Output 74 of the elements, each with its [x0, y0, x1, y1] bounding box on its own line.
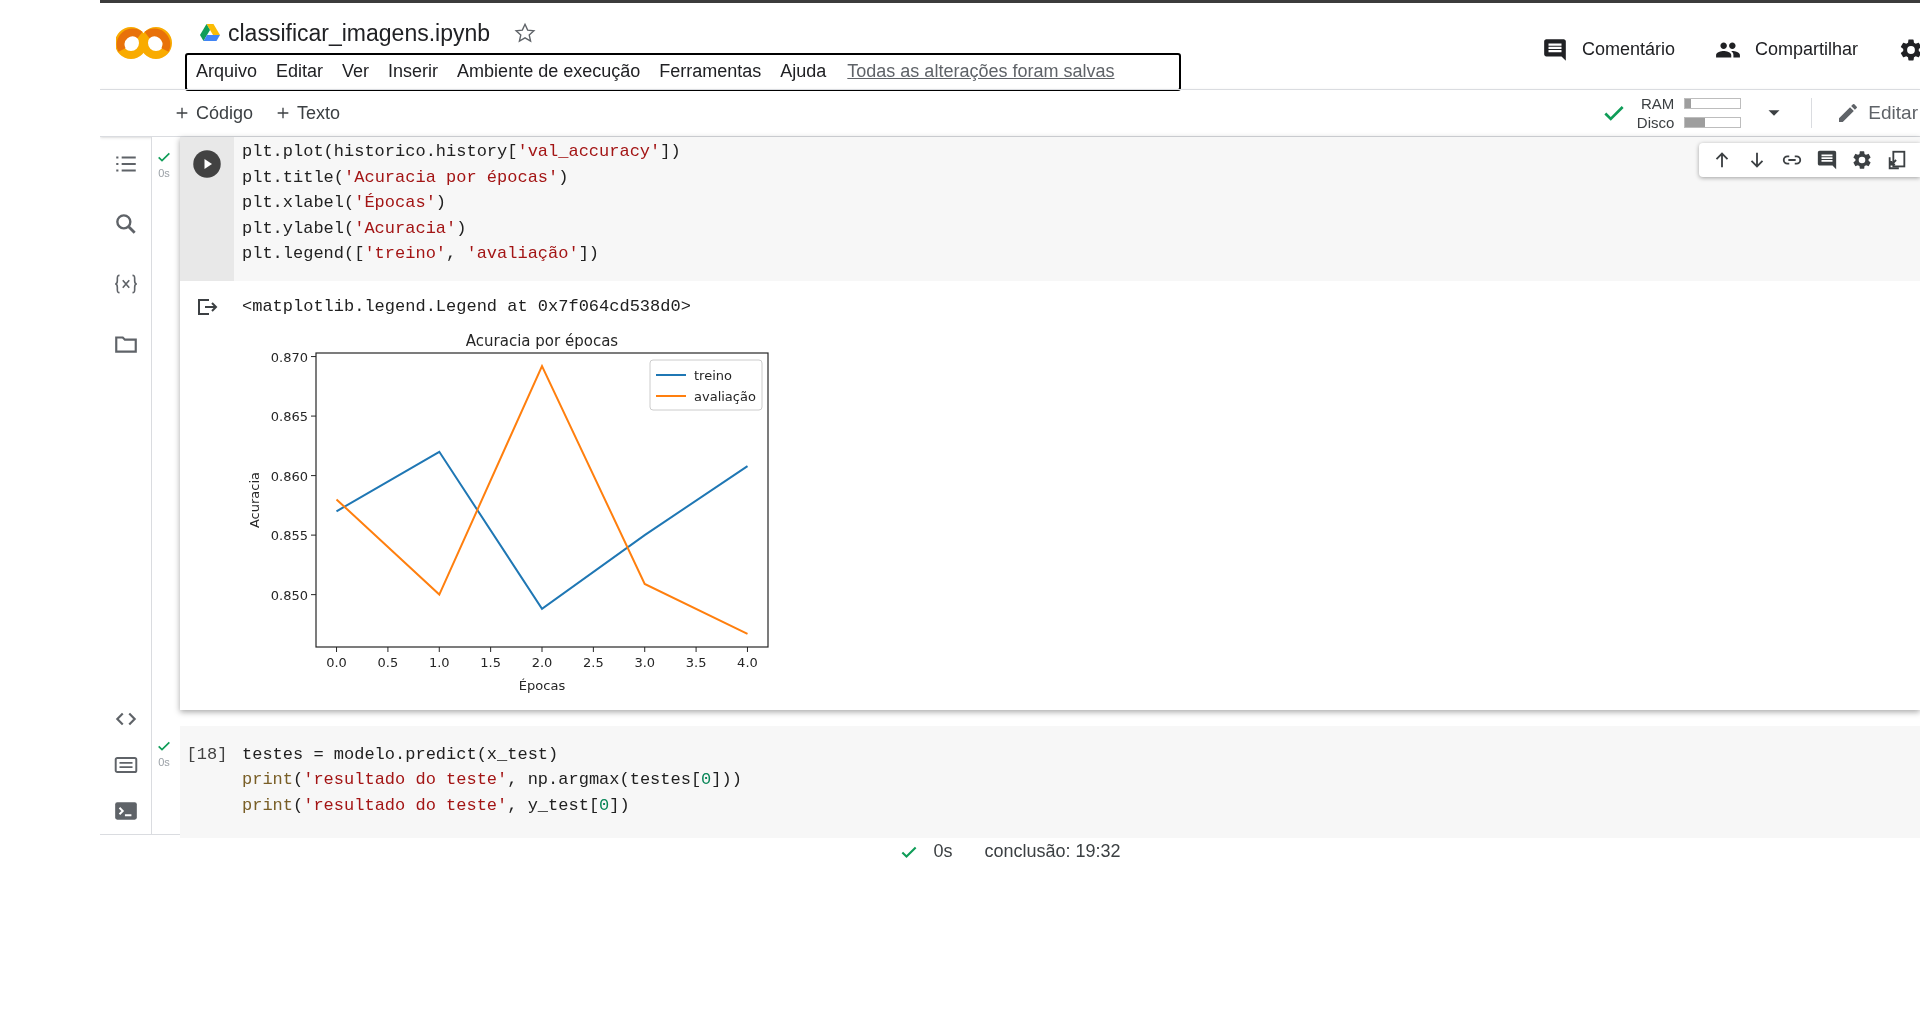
mirror-cell-icon[interactable]: [1886, 149, 1908, 171]
x-axis-label: Épocas: [518, 677, 566, 693]
chart-title: Acuracia por épocas: [465, 331, 619, 350]
menu-item[interactable]: Editar: [276, 58, 324, 85]
comment-icon: [1541, 36, 1568, 63]
y-tick-label: 0.860: [270, 468, 308, 484]
share-button[interactable]: Compartilhar: [1714, 36, 1858, 63]
code-line[interactable]: plt.ylabel('Acuracia'): [242, 215, 467, 241]
output-text: <matplotlib.legend.Legend at 0x7f064cd538d0>: [242, 295, 692, 318]
y-tick: [310, 415, 317, 417]
x-tick: [592, 646, 594, 652]
code-line[interactable]: plt.xlabel('Épocas'): [242, 190, 447, 216]
x-tick-label: 2.5: [583, 654, 604, 670]
y-tick-label: 0.870: [270, 349, 308, 365]
y-axis-label: Acuracia: [247, 471, 262, 528]
logo-icon[interactable]: [116, 26, 172, 60]
drive-icon: [200, 24, 220, 43]
legend-label: avaliação: [694, 388, 756, 404]
code-line[interactable]: plt.plot(historico.history['val_accuracy']): [242, 139, 681, 165]
run-button-icon[interactable]: [192, 149, 222, 179]
code-line[interactable]: plt.legend(['treino', 'avaliação']): [242, 241, 600, 267]
menu-item[interactable]: Ajuda: [780, 58, 827, 85]
y-tick: [310, 593, 317, 595]
x-tick: [438, 646, 440, 652]
x-tick: [644, 646, 646, 652]
x-tick-label: 3.0: [634, 654, 656, 670]
code-line[interactable]: plt.title('Acuracia por épocas'): [242, 164, 569, 190]
x-tick-label: 1.0: [428, 654, 450, 670]
x-tick-label: 4.0: [737, 654, 758, 670]
menu-item[interactable]: Inserir: [388, 58, 439, 85]
y-tick-label: 0.865: [270, 408, 308, 424]
plus-icon: [174, 105, 190, 121]
menu-item[interactable]: Ferramentas: [659, 58, 762, 85]
code-line[interactable]: print('resultado do teste', y_test[0]): [242, 792, 630, 818]
notebook-title[interactable]: classificar_imagens.ipynb: [228, 16, 491, 51]
resource-label: Disco: [1636, 113, 1675, 132]
comment-button[interactable]: Comentário: [1541, 36, 1675, 63]
execution-count: [18]: [186, 743, 228, 764]
legend-swatch: [655, 373, 687, 376]
resource-label: RAM: [1640, 94, 1675, 113]
run-duration: 0s: [933, 840, 953, 863]
x-tick-label: 0.0: [326, 654, 347, 670]
y-tick: [310, 355, 317, 357]
x-tick-label: 1.5: [480, 654, 501, 670]
edit-button[interactable]: Editar: [1836, 98, 1918, 128]
x-tick-label: 0.5: [377, 654, 399, 670]
x-tick: [541, 646, 543, 652]
add-code-button[interactable]: Código: [174, 99, 254, 127]
x-tick-label: 3.5: [685, 654, 707, 670]
star-icon[interactable]: [514, 22, 537, 45]
add-text-button[interactable]: Texto: [275, 99, 341, 127]
code-line[interactable]: testes = modelo.predict(x_test): [242, 741, 559, 767]
x-tick: [746, 646, 748, 652]
save-status-link[interactable]: Todas as alterações foram salvas: [847, 58, 1115, 85]
menu-item[interactable]: Ver: [342, 58, 370, 85]
legend-swatch: [655, 394, 687, 397]
x-tick: [490, 646, 492, 652]
menu-item[interactable]: Arquivo: [196, 58, 258, 85]
y-tick: [310, 534, 317, 536]
legend-label: treino: [694, 367, 732, 383]
run-duration: 0s: [158, 166, 170, 181]
code-line[interactable]: print('resultado do teste', np.argmax(testes[0])): [242, 767, 742, 793]
settings-icon[interactable]: [1851, 149, 1873, 171]
menu-item[interactable]: Ambiente de execução: [457, 58, 641, 85]
x-tick: [387, 646, 389, 652]
x-tick: [336, 646, 338, 652]
comment-icon[interactable]: [1816, 149, 1838, 171]
completion-time: conclusão: 19:32: [984, 840, 1121, 863]
y-tick: [310, 474, 317, 476]
run-duration: 0s: [158, 754, 170, 770]
x-tick: [695, 646, 697, 652]
x-tick-label: 2.0: [531, 654, 553, 670]
y-tick-label: 0.850: [270, 587, 308, 603]
y-tick-label: 0.855: [270, 527, 308, 543]
